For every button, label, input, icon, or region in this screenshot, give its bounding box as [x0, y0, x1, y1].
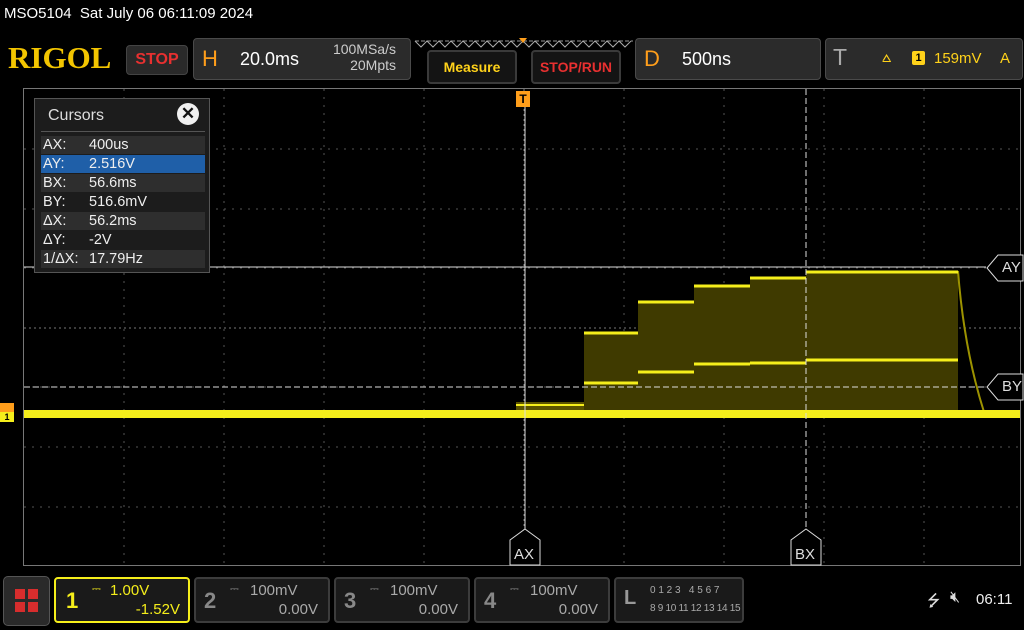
cursor-row-dy: ΔY: -2V [43, 232, 112, 248]
channel-1-number: 1 [66, 588, 79, 613]
cursor-ay-label: AY [1002, 259, 1021, 276]
logic-tag: L [624, 587, 637, 609]
cursors-title: Cursors [48, 107, 105, 124]
cursor-row-ay[interactable]: AY: 2.516V [41, 155, 205, 173]
speaker-muted-icon[interactable]: 🔇︎ [950, 589, 960, 607]
channel-2-number: 2 [204, 588, 217, 613]
cursor-row-freq: 1/ΔX: 17.79Hz [41, 250, 205, 268]
rigol-logo: RIGOL [8, 40, 112, 75]
channel-3-offset: 0.00V [418, 601, 458, 618]
delay-value: 500ns [682, 49, 732, 69]
status-line: MSO5104 Sat July 06 06:11:09 2024 [4, 5, 253, 22]
dc-coupling-icon: ⎓ [370, 583, 379, 595]
grid-icon [15, 589, 25, 599]
system-clock: 06:11 [976, 591, 1013, 608]
cursor-row-dx: ΔX: 56.2ms [41, 212, 205, 230]
dc-coupling-icon: ⎓ [510, 583, 519, 595]
cursor-row-bx: BX: 56.6ms [41, 174, 205, 192]
logic-channels-row1: 0 1 2 3 4 5 6 7 [650, 585, 720, 596]
date-time: Sat July 06 06:11:09 2024 [79, 5, 254, 22]
delay-tag: D [644, 46, 660, 71]
channel-4-box[interactable]: 4 ⎓ 100mV 0.00V [474, 577, 610, 623]
trigger-level: 159mV [934, 50, 982, 67]
cursor-bx-label: BX [795, 546, 816, 563]
channel-4-offset: 0.00V [558, 601, 598, 618]
trigger-tag: T [833, 44, 848, 70]
divider [41, 131, 205, 132]
trigger-panel[interactable]: T ⩟ 1 159mV A [825, 38, 1023, 80]
measure-button[interactable]: Measure [427, 50, 517, 84]
cursors-panel: Cursors ✕ AX: 400us AY: 2.516V BX: 56.6ms B… [34, 98, 210, 273]
channel-2-scale: 100mV [250, 582, 298, 599]
channel-1-scale: 1.00V [110, 582, 150, 599]
trigger-source: 1 [912, 51, 925, 65]
channel-4-number: 4 [484, 588, 497, 613]
menu-button[interactable] [3, 576, 50, 626]
memory-overview [414, 38, 633, 48]
channel-4-scale: 100mV [530, 582, 578, 599]
usb-icon: ⭍ [927, 593, 941, 610]
cursor-row-by: BY: 516.6mV [43, 194, 148, 210]
dc-coupling-icon: ⎓ [92, 583, 101, 595]
run-state-indicator[interactable]: STOP [126, 45, 188, 75]
stop-run-button[interactable]: STOP/RUN [531, 50, 621, 84]
ch1-waveform [24, 270, 1020, 418]
rising-edge-icon: ⩟ [882, 49, 892, 66]
channel-2-offset: 0.00V [278, 601, 318, 618]
channel-1-box[interactable]: 1 ⎓ 1.00V -1.52V [54, 577, 190, 623]
sample-rate: 100MSa/s [332, 41, 396, 57]
cursor-row-ax: AX: 400us [41, 136, 205, 154]
channel-2-box[interactable]: 2 ⎓ 100mV 0.00V [194, 577, 330, 623]
close-icon[interactable]: ✕ [177, 103, 199, 125]
ch1-offset-marker[interactable]: 1 [0, 412, 14, 422]
channel-3-box[interactable]: 3 ⎓ 100mV 0.00V [334, 577, 470, 623]
horizontal-tag: H [202, 46, 218, 71]
trigger-level-marker[interactable] [0, 403, 14, 412]
channel-3-number: 3 [344, 588, 357, 613]
logic-channels-row2: 8 9 10 11 12 13 14 15 [650, 603, 741, 614]
delay-panel[interactable]: D 500ns [635, 38, 821, 80]
logic-analyzer-box[interactable]: L 0 1 2 3 4 5 6 7 8 9 10 11 12 13 14 15 [614, 577, 744, 623]
trigger-mode: A [1000, 50, 1011, 67]
timebase-value: 20.0ms [240, 49, 300, 69]
cursor-by-label: BY [1002, 378, 1023, 395]
device-model: MSO5104 [4, 5, 72, 22]
dc-coupling-icon: ⎓ [230, 583, 239, 595]
memory-depth: 20Mpts [350, 57, 396, 73]
trigger-position-marker[interactable]: T [516, 91, 530, 107]
channel-1-offset: -1.52V [135, 601, 180, 618]
cursor-ax-label: AX [514, 546, 535, 563]
channel-3-scale: 100mV [390, 582, 438, 599]
horizontal-panel[interactable]: H 20.0ms 100MSa/s 20Mpts [193, 38, 411, 80]
